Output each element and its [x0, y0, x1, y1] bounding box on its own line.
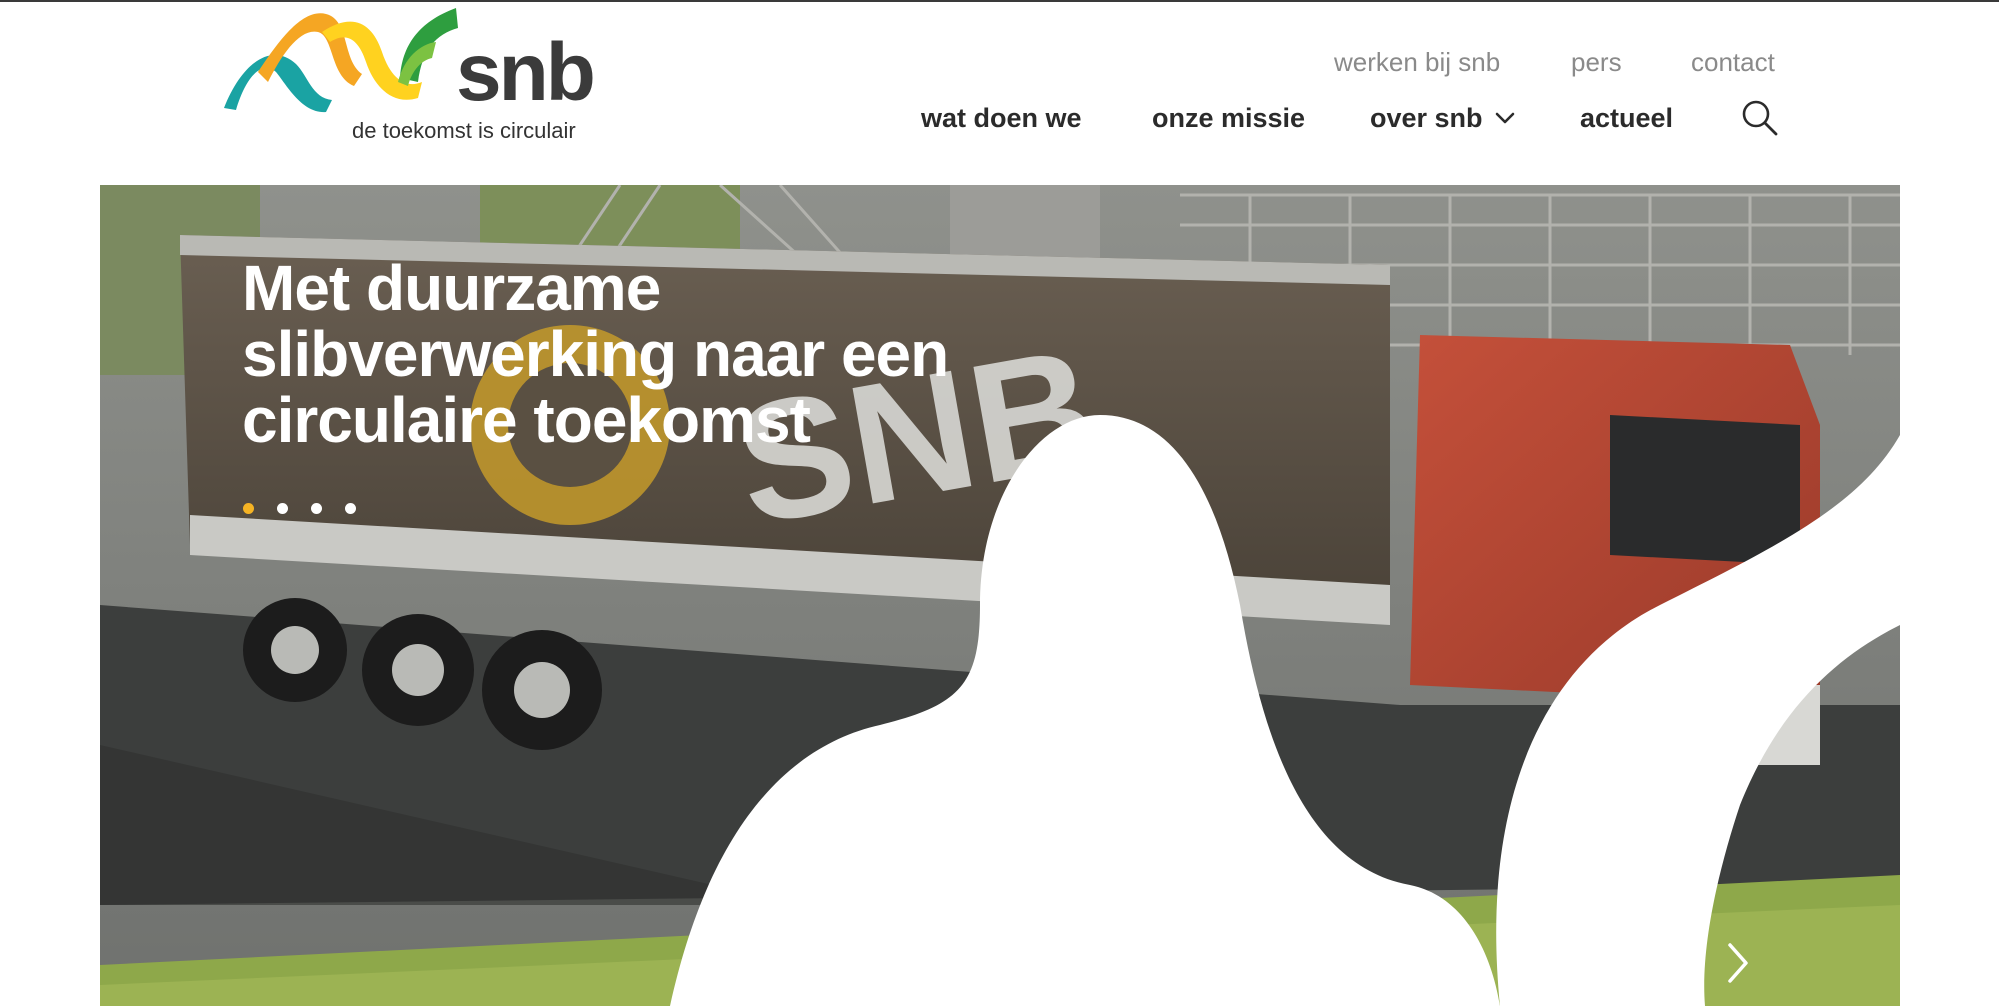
- nav-link-contact[interactable]: contact: [1691, 47, 1775, 78]
- slide-dot-2[interactable]: [277, 503, 288, 514]
- chevron-down-icon[interactable]: [1493, 106, 1517, 130]
- slide-dot-4[interactable]: [345, 503, 356, 514]
- slide-dot-3[interactable]: [311, 503, 322, 514]
- slide-dot-1[interactable]: [243, 503, 254, 514]
- logo-wordmark: snb: [456, 27, 596, 118]
- chevron-left-icon[interactable]: [1650, 937, 1686, 989]
- hero-title: Met duurzame slibverwerking naar een cir…: [242, 252, 949, 456]
- snb-logo[interactable]: snb de toekomst is circulair: [222, 2, 602, 144]
- nav-link-pers[interactable]: pers: [1571, 47, 1622, 78]
- nav-link-wat-doen-we[interactable]: wat doen we: [921, 103, 1082, 134]
- logo-tagline: de toekomst is circulair: [352, 118, 576, 143]
- nav-link-actueel[interactable]: actueel: [1580, 103, 1673, 134]
- nav-link-over-snb[interactable]: over snb: [1370, 103, 1483, 134]
- hero-slider: SNB Met duurzame slibverwerking naar een…: [100, 185, 1900, 1006]
- nav-link-onze-missie[interactable]: onze missie: [1152, 103, 1305, 134]
- logo-wave-mark: [224, 8, 458, 113]
- chevron-right-icon[interactable]: [1720, 937, 1756, 989]
- search-icon[interactable]: [1740, 98, 1780, 138]
- nav-link-werken-bij-snb[interactable]: werken bij snb: [1334, 47, 1500, 78]
